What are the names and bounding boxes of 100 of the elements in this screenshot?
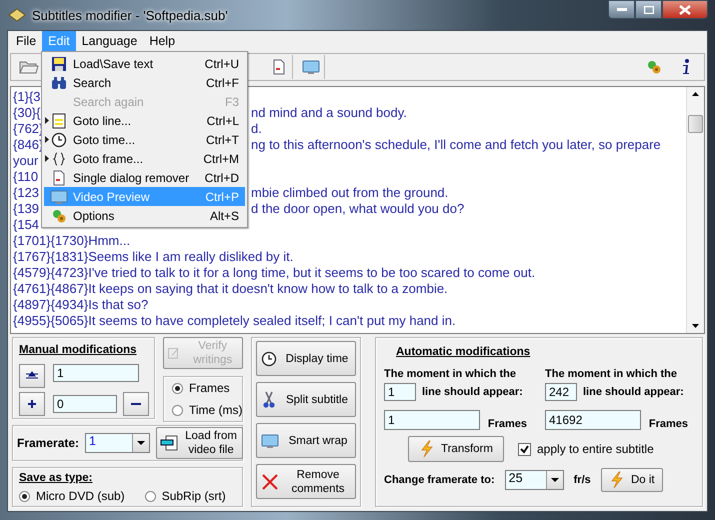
radio-button[interactable] (172, 404, 183, 416)
binoculars-icon (51, 74, 67, 90)
subtitle-line: {154 (13, 217, 40, 233)
close-icon (679, 4, 691, 14)
scroll-up-icon (692, 92, 699, 96)
checkbox-label: apply to entire subtitle (537, 442, 654, 456)
subtitle-line: {1701}{1730}Hmm... (13, 233, 130, 249)
lightning-icon (419, 440, 435, 458)
subtitle-line: your (13, 153, 38, 169)
plus-button[interactable] (19, 392, 45, 416)
caption-text: The moment in which the (384, 368, 518, 380)
subtitle-line: {1767}{1831}Seems like I am really disliked by it. (13, 249, 294, 265)
subtitle-line: d. (251, 121, 262, 137)
monitor-icon (302, 59, 320, 75)
checkbox[interactable] (518, 442, 531, 456)
minus-icon (131, 402, 141, 406)
caption-text: The moment in which the (545, 368, 678, 380)
unit-label: fr/s (574, 474, 591, 486)
clock-icon (261, 350, 277, 366)
notepad-icon (51, 112, 67, 128)
action-button[interactable]: Remove comments (256, 464, 356, 499)
frames-field[interactable]: 1 (384, 410, 480, 430)
scrollbar[interactable] (686, 87, 704, 333)
caption-text: line should appear: (422, 386, 523, 398)
menu-item[interactable]: Single dialog remover Ctrl+D (44, 168, 245, 187)
minimize-icon (616, 8, 626, 11)
video-file-icon (160, 435, 180, 451)
menu-item[interactable]: Options Alt+S (44, 206, 245, 225)
menu-item[interactable]: Search Ctrl+F (44, 73, 245, 92)
document-icon (51, 170, 67, 186)
close-button[interactable] (662, 0, 708, 19)
folder-icon (18, 59, 38, 75)
subtitle-line: {139 (13, 201, 40, 216)
subtitle-line: ng to this afternoon's schedule, I'll come and fetch you later, so prepare (251, 137, 661, 153)
subtitle-line: {4761}{4867}It keeps on saying that it doesn't know how to talk to a zombie. (13, 281, 448, 297)
radio-button[interactable] (172, 382, 183, 394)
monitor-icon (261, 432, 279, 448)
plus-icon (27, 399, 37, 409)
caret-icon (550, 478, 559, 482)
subtitle-line: {1}{3 (13, 89, 40, 105)
radio-label: Micro DVD (sub) (36, 489, 125, 503)
caret-icon (137, 441, 146, 445)
input-field[interactable]: 1 (53, 364, 139, 382)
line-field[interactable]: 242 (545, 383, 577, 401)
menu-item[interactable]: Load\Save text Ctrl+U (44, 54, 245, 73)
document-icon (270, 59, 286, 75)
monitor-icon (50, 188, 68, 204)
group-title: Manual modifications (19, 343, 137, 358)
caption-text: line should appear: (583, 386, 684, 398)
group-title: Automatic modifications (395, 345, 530, 360)
menu-item[interactable]: Goto time... Ctrl+T (44, 130, 245, 149)
radio-button[interactable] (19, 490, 30, 502)
action-button[interactable]: Display time (256, 341, 356, 376)
maximize-icon (644, 6, 654, 14)
framerate-dropdown[interactable]: 25 (504, 470, 564, 490)
menu-item[interactable]: File (10, 31, 42, 51)
subtitle-line: nd mind and a sound body. (251, 105, 407, 121)
load-from-video-button[interactable]: Load from video file (156, 427, 244, 459)
frames-field[interactable]: 41692 (545, 410, 641, 430)
scroll-thumb[interactable] (688, 115, 703, 133)
check-icon (520, 444, 529, 454)
subtitle-line: {4897}{4934}Is that so? (13, 297, 148, 313)
cross-icon (261, 472, 279, 490)
subtitle-line: {110 (13, 169, 38, 185)
framerate-dropdown[interactable]: 1 (85, 433, 150, 453)
subtitle-line: d the door open, what would you do? (251, 201, 464, 217)
menu-item[interactable]: Goto line... Ctrl+L (44, 111, 245, 130)
minimize-button[interactable] (608, 0, 635, 19)
radio-button[interactable] (144, 490, 156, 502)
app-icon (8, 8, 26, 22)
subtitle-line: {4955}{5065}It seems to have completely sealed itself; I can't put my hand in. (13, 313, 456, 329)
input-field[interactable]: 0 (53, 395, 117, 413)
subtitle-line: {123 (13, 185, 40, 200)
lightning-icon (608, 471, 625, 489)
menu-item[interactable]: Language (76, 31, 144, 51)
menu-item[interactable]: Goto frame... Ctrl+M (44, 149, 245, 168)
maximize-button[interactable] (635, 0, 662, 19)
action-button[interactable]: Smart wrap (256, 423, 356, 458)
action-button[interactable]: Split subtitle (256, 382, 356, 417)
radio-label: Time (ms) (189, 403, 243, 417)
insert-button[interactable] (19, 364, 45, 388)
scroll-down-icon (692, 324, 699, 328)
unit-label: Frames (648, 418, 688, 430)
subtitle-line: mbie climbed out from the ground. (251, 185, 448, 201)
window-title: Subtitles modifier - 'Softpedia.sub' (32, 8, 228, 22)
do-it-button[interactable]: Do it (600, 468, 663, 492)
insert-icon (26, 371, 38, 381)
line-field[interactable]: 1 (384, 383, 416, 401)
minus-button[interactable] (123, 392, 149, 416)
braces-icon (51, 150, 67, 166)
subtitle-line: {4579}{4723}I've tried to talk to it for a long time, but it seems to be too scared to come out. (13, 265, 536, 281)
scissors-icon (261, 390, 277, 408)
radio-label: SubRip (srt) (162, 489, 226, 503)
framerate-label: Change framerate to: (384, 474, 495, 486)
radio-label: Frames (189, 381, 230, 395)
clock-icon (51, 132, 67, 148)
subtitle-line: {30}{ (13, 105, 40, 120)
group-title: Save as type: (19, 471, 93, 486)
transform-button[interactable]: Transform (408, 436, 504, 462)
menu-item[interactable]: Help (143, 31, 182, 51)
